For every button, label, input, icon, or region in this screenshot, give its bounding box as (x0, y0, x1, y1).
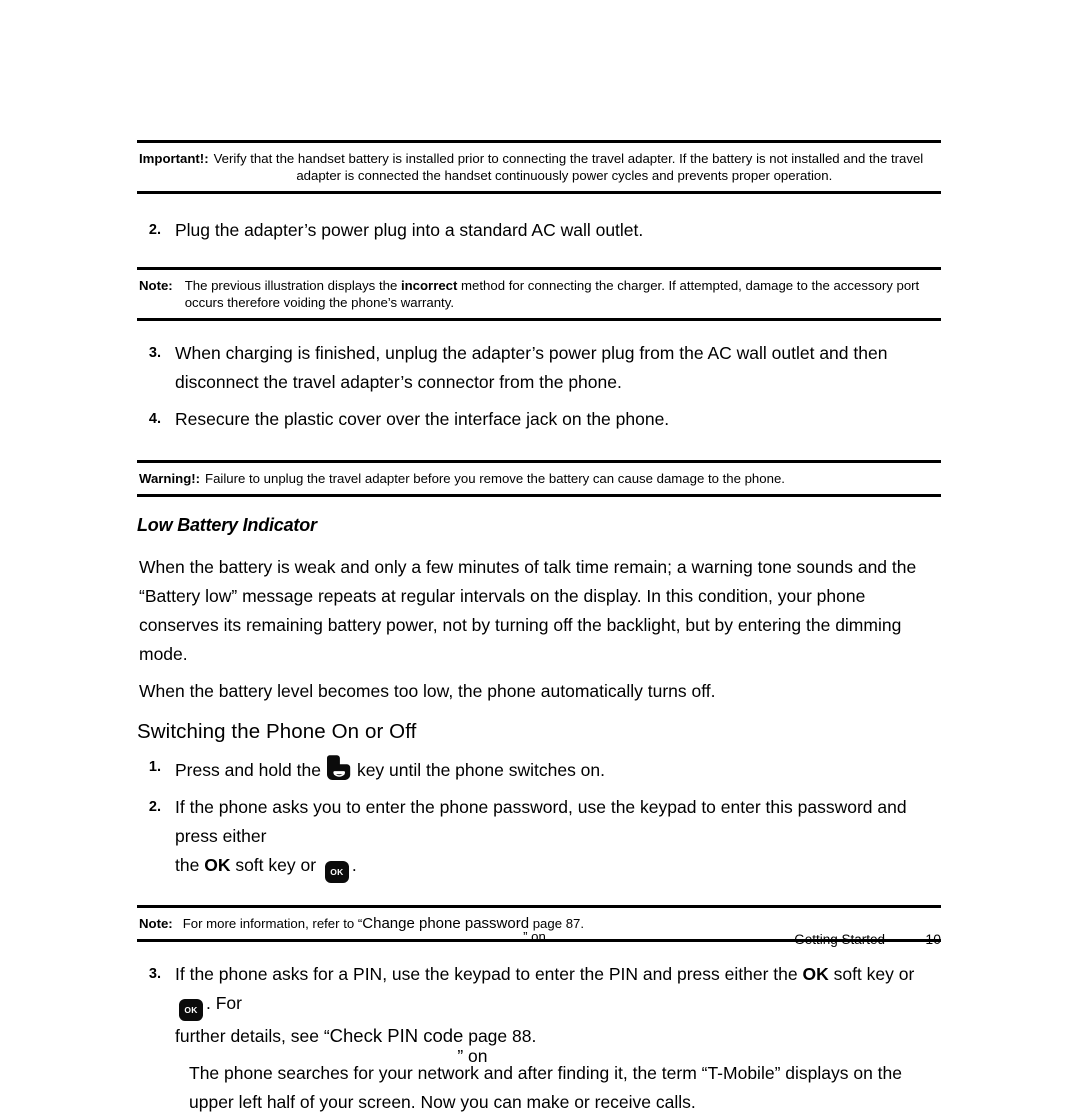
switch-step-2-line1: If the phone asks you to enter the phone… (175, 797, 907, 846)
heading-switching-phone-on-or-off: Switching the Phone On or Off (137, 720, 417, 743)
callout-warning-body: Failure to unplug the travel adapter bef… (205, 471, 785, 486)
callout-important-row: Important!: Verify that the handset batt… (139, 150, 939, 184)
switch-step-3-line2-reference: Check PIN code (329, 1025, 464, 1046)
switch-step-item-3: 3. If the phone asks for a PIN, use the … (137, 960, 941, 1066)
step-item-3: 3. When charging is finished, unplug the… (137, 339, 941, 397)
step-text-4: Resecure the plastic cover over the inte… (175, 409, 670, 429)
switch-step-2-line2-mid: soft key or (230, 855, 321, 875)
switch-step-text-2: If the phone asks you to enter the phone… (175, 793, 941, 883)
callout-note2-text-before: For more information, refer to “ (182, 916, 363, 931)
switch-step-2-ok-bold: OK (204, 855, 231, 875)
switch-step-3-overlap-text: ” on (457, 1046, 488, 1066)
switch-step-item-2: 2. If the phone asks you to enter the ph… (137, 793, 941, 883)
step-text-2: Plug the adapter’s power plug into a sta… (175, 220, 644, 240)
step-item-4: 4. Resecure the plastic cover over the i… (137, 405, 941, 434)
switch-step-3-line1-mid: soft key or (828, 964, 915, 984)
switch-step-text-3: If the phone asks for a PIN, use the key… (175, 960, 941, 1066)
switch-step-2-line2-before: the (175, 855, 205, 875)
callout-note-row: Note: The previous illustration displays… (139, 277, 939, 311)
callout-warning-row: Warning!: Failure to unplug the travel a… (139, 470, 939, 487)
switch-step-2-line2: the OK soft key or OK. (175, 851, 941, 883)
step-number-3: 3. (148, 345, 161, 361)
callout-important-label: Important!: (139, 151, 209, 166)
switch-step-number-1: 1. (148, 759, 161, 775)
paragraph-network-search: The phone searches for your network and … (189, 1063, 902, 1112)
callout-note-text-before: The previous illustration displays the (184, 278, 401, 293)
paragraph-low-battery-2: When the battery level becomes too low, … (139, 681, 716, 701)
switch-step-1-text-after: key until the phone switches on. (356, 760, 606, 780)
switch-step-3-line1-before: If the phone asks for a PIN, use the key… (175, 964, 803, 984)
switch-step-2-line2-after: . (351, 855, 357, 875)
document-page: Important!: Verify that the handset batt… (0, 0, 1080, 1112)
switch-step-3-ok-bold: OK (802, 964, 829, 984)
switch-step-3-line2-before: further details, see “ (175, 1026, 330, 1046)
callout-important-line2: adapter is connected the handset continu… (296, 168, 833, 183)
callout-note-incorrect-method: Note: The previous illustration displays… (137, 267, 941, 321)
callout-important: Important!: Verify that the handset batt… (137, 140, 941, 194)
step-item-2: 2. Plug the adapter’s power plug into a … (137, 216, 941, 245)
switch-step-3-line2: further details, see “Check PIN code” on… (175, 1021, 941, 1066)
heading-low-battery-indicator: Low Battery Indicator (137, 515, 317, 535)
callout-warning-label: Warning!: (139, 471, 201, 486)
ok-key-icon: OK (324, 861, 349, 883)
callout-note-label: Note: (139, 278, 173, 293)
switch-step-item-1: 1. Press and hold the key until the phone… (137, 753, 941, 785)
footer-page-number: 10 (925, 931, 941, 947)
page-content: Important!: Verify that the handset batt… (137, 140, 941, 1117)
callout-important-body: Verify that the handset battery is insta… (214, 150, 939, 184)
step-number-2: 2. (148, 222, 161, 238)
switch-step-number-2: 2. (148, 799, 161, 815)
callout-note-emphasis: incorrect (400, 278, 458, 293)
step-text-3: When charging is finished, unplug the ad… (175, 343, 888, 392)
switch-step-3-line1-after: . For (206, 993, 242, 1013)
switch-step-number-3: 3. (148, 966, 161, 982)
callout-important-line1: Verify that the handset battery is insta… (213, 151, 924, 166)
paragraph-low-battery-1: When the battery is weak and only a few … (139, 557, 917, 664)
callout-note-body: The previous illustration displays the i… (178, 277, 939, 311)
power-key-icon (324, 753, 353, 782)
switch-step-text-1: Press and hold the key until the phone sw… (175, 753, 941, 785)
page-footer: Getting Started 10 (137, 930, 941, 949)
footer-chapter-name: Getting Started (794, 932, 885, 947)
switch-step-1-text-before: Press and hold the (175, 760, 321, 780)
callout-warning: Warning!: Failure to unplug the travel a… (137, 460, 941, 497)
step-number-4: 4. (148, 411, 161, 427)
ok-key-icon: OK (179, 999, 203, 1021)
